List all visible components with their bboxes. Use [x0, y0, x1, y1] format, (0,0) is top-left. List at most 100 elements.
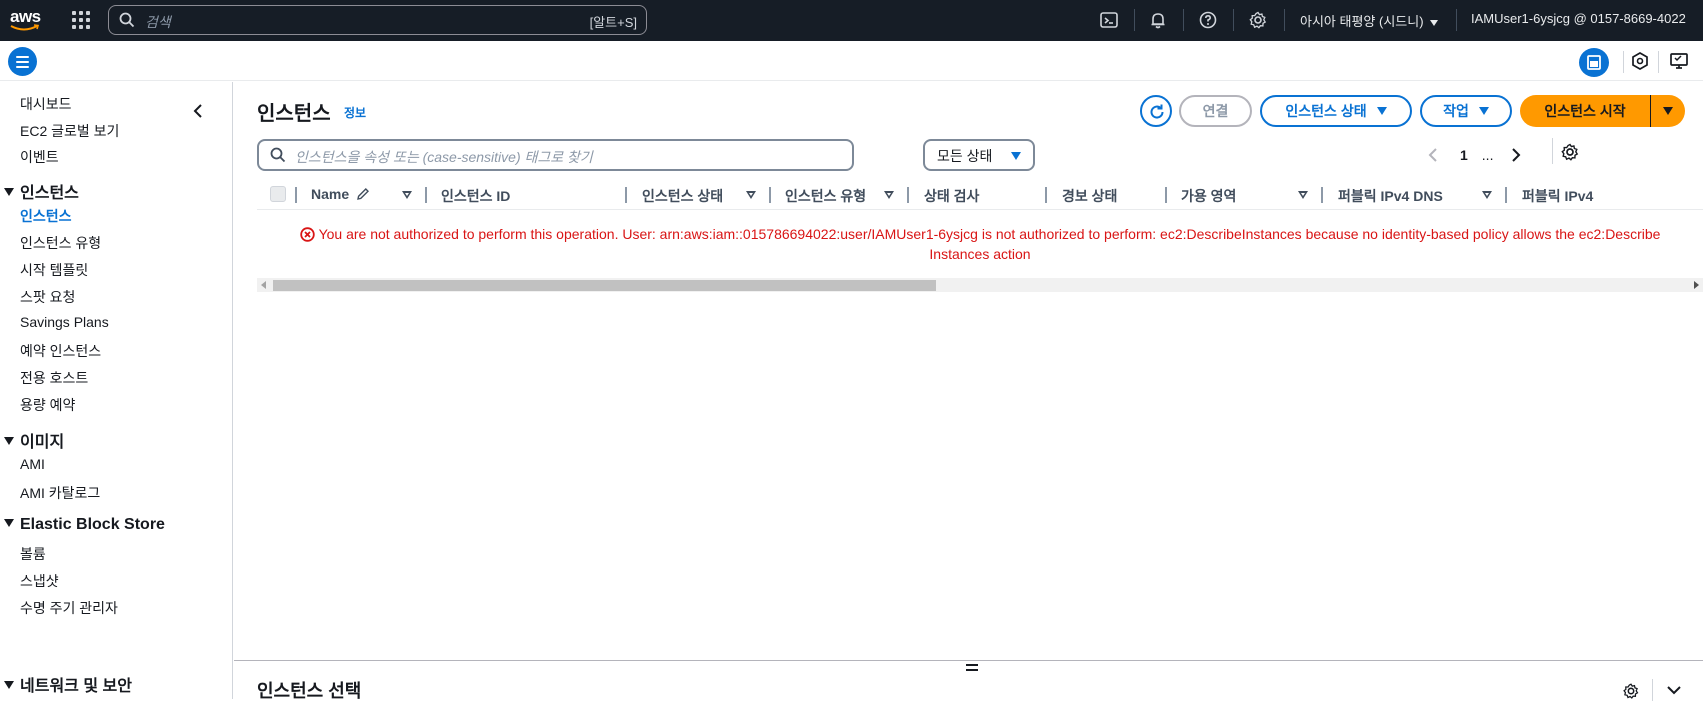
column-header-availability-zone[interactable]: 가용 영역: [1181, 186, 1236, 206]
sort-icon[interactable]: [1482, 191, 1492, 199]
caret-down-icon: [1011, 152, 1021, 160]
sort-icon[interactable]: [1298, 191, 1308, 199]
table-settings-icon[interactable]: [1560, 142, 1580, 162]
instance-filter-input[interactable]: 인스턴스을 속성 또는 (case-sensitive) 태그로 찾기: [257, 139, 854, 171]
connect-button[interactable]: 연결: [1179, 95, 1252, 127]
refresh-button[interactable]: [1140, 95, 1172, 127]
nav-divider: [1134, 9, 1135, 31]
sidebar-section-ebs[interactable]: Elastic Block Store: [2, 516, 165, 534]
column-header-instance-id[interactable]: 인스턴스 ID: [441, 186, 510, 206]
horizontal-scrollbar[interactable]: [257, 278, 1703, 292]
caret-down-icon: [1478, 107, 1489, 115]
sidebar-item-spot-requests[interactable]: 스팟 요청: [20, 287, 75, 307]
column-resizer[interactable]: [769, 187, 771, 203]
services-grid-icon[interactable]: [72, 11, 90, 29]
column-header-public-ipv4[interactable]: 퍼블릭 IPv4: [1522, 186, 1593, 206]
sidebar-item-instance-types[interactable]: 인스턴스 유형: [20, 233, 101, 253]
sort-icon[interactable]: [746, 191, 756, 199]
sidebar-item-lifecycle-manager[interactable]: 수명 주기 관리자: [20, 598, 118, 618]
sidebar-item-launch-templates[interactable]: 시작 템플릿: [20, 260, 88, 280]
column-resizer[interactable]: [625, 187, 627, 203]
sidebar-item-snapshots[interactable]: 스냅샷: [20, 571, 59, 591]
nav-divider: [1183, 9, 1184, 31]
sidebar-item-volumes[interactable]: 볼륨: [20, 544, 46, 564]
column-resizer[interactable]: [425, 187, 427, 203]
bell-icon[interactable]: [1148, 10, 1168, 30]
column-resizer[interactable]: [1505, 187, 1507, 203]
region-selector[interactable]: 아시아 태평양 (시드니): [1300, 11, 1438, 30]
chevron-down-icon[interactable]: [1666, 685, 1682, 695]
error-icon: [299, 227, 315, 242]
column-header-instance-state[interactable]: 인스턴스 상태: [642, 186, 723, 206]
column-resizer[interactable]: [907, 187, 909, 203]
search-placeholder: 검색: [145, 14, 171, 30]
scrollbar-thumb[interactable]: [273, 280, 936, 291]
section-label: 이미지: [20, 434, 65, 451]
split-panel-settings-icon[interactable]: [1622, 682, 1640, 700]
sidebar-section-network-security[interactable]: 네트워크 및 보안: [2, 672, 132, 696]
launch-instances-dropdown-button[interactable]: [1650, 95, 1685, 127]
column-header-public-ipv4-dns[interactable]: 퍼블릭 IPv4 DNS: [1338, 186, 1443, 206]
sidebar-item-savings-plans[interactable]: Savings Plans: [20, 314, 109, 330]
instance-state-filter-select[interactable]: 모든 상태: [923, 139, 1035, 171]
aws-logo[interactable]: aws: [8, 6, 44, 34]
column-header-alarm-status[interactable]: 경보 상태: [1062, 186, 1117, 206]
instance-state-button[interactable]: 인스턴스 상태: [1260, 95, 1412, 127]
scroll-right-arrow-icon[interactable]: [1694, 281, 1699, 289]
scroll-left-arrow-icon[interactable]: [261, 281, 266, 289]
global-search-input[interactable]: 검색 [알트+S]: [108, 5, 647, 35]
table-header: Name 인스턴스 ID 인스턴스 상태 인스턴스 유형 상태 검사 경보 상태…: [257, 180, 1703, 210]
current-page[interactable]: 1: [1460, 147, 1468, 163]
search-shortcut: [알트+S]: [589, 15, 637, 30]
gear-icon[interactable]: [1248, 10, 1268, 30]
sidebar-item-ami[interactable]: AMI: [20, 456, 45, 472]
account-menu[interactable]: IAMUser1-6ysjcg @ 0157-8669-4022: [1471, 11, 1686, 26]
aws-smile-icon: [10, 24, 40, 31]
account-label: IAMUser1-6ysjcg @ 0157-8669-4022: [1471, 11, 1686, 26]
filter-placeholder: 인스턴스을 속성 또는 (case-sensitive) 태그로 찾기: [295, 149, 593, 165]
sidebar-item-ami-catalog[interactable]: AMI 카탈로그: [20, 483, 100, 503]
sidebar-item-instances[interactable]: 인스턴스: [20, 206, 72, 226]
column-resizer[interactable]: [295, 187, 297, 203]
sidebar-section-instances[interactable]: 인스턴스: [2, 179, 79, 203]
sort-icon[interactable]: [884, 191, 894, 199]
caret-down-icon: [4, 187, 14, 196]
sidebar-section-images[interactable]: 이미지: [2, 428, 64, 452]
error-line-1: You are not authorized to perform this o…: [257, 224, 1703, 244]
sort-icon[interactable]: [402, 191, 412, 199]
column-resizer[interactable]: [1045, 187, 1047, 203]
search-icon: [119, 12, 135, 28]
monitor-icon[interactable]: [1668, 50, 1690, 72]
chevron-left-icon[interactable]: [192, 104, 204, 118]
cloudshell-icon[interactable]: [1099, 10, 1119, 30]
sidebar-item-dashboard[interactable]: 대시보드: [20, 94, 72, 114]
sidebar-item-dedicated-hosts[interactable]: 전용 호스트: [20, 368, 88, 388]
column-resizer[interactable]: [1165, 187, 1167, 203]
sidebar-item-ec2-global-view[interactable]: EC2 글로벌 보기: [20, 121, 119, 141]
sidebar-item-reserved-instances[interactable]: 예약 인스턴스: [20, 341, 101, 361]
sidebar-item-events[interactable]: 이벤트: [20, 147, 59, 167]
info-link[interactable]: 정보: [344, 104, 366, 121]
column-header-instance-type[interactable]: 인스턴스 유형: [785, 186, 866, 206]
nav-divider: [1233, 9, 1234, 31]
column-header-name[interactable]: Name: [311, 186, 370, 202]
chevron-left-icon[interactable]: [1424, 145, 1444, 165]
top-navigation: aws 검색 [알트+S] 아시아 태평양 (시드니) IAMUser1-6ys…: [0, 0, 1703, 41]
chevron-right-icon[interactable]: [1505, 145, 1525, 165]
hexagon-icon[interactable]: [1629, 50, 1651, 72]
side-navigation-toggle-button[interactable]: [8, 47, 37, 76]
page-ellipsis: ...: [1481, 147, 1494, 163]
column-header-status-check[interactable]: 상태 검사: [924, 186, 979, 206]
launch-instances-button[interactable]: 인스턴스 시작: [1520, 95, 1650, 127]
actions-button[interactable]: 작업: [1420, 95, 1512, 127]
column-label: Name: [311, 186, 350, 202]
column-resizer[interactable]: [1321, 187, 1323, 203]
search-icon: [270, 147, 286, 163]
select-all-checkbox[interactable]: [270, 186, 286, 202]
pagination: 1 ...: [1424, 144, 1525, 166]
divider: [1658, 51, 1659, 73]
split-panel-toggle-button[interactable]: [1579, 48, 1609, 77]
sidebar-item-capacity-reservations[interactable]: 용량 예약: [20, 395, 75, 415]
split-panel-resize-handle[interactable]: [966, 664, 978, 674]
help-icon[interactable]: [1198, 10, 1218, 30]
